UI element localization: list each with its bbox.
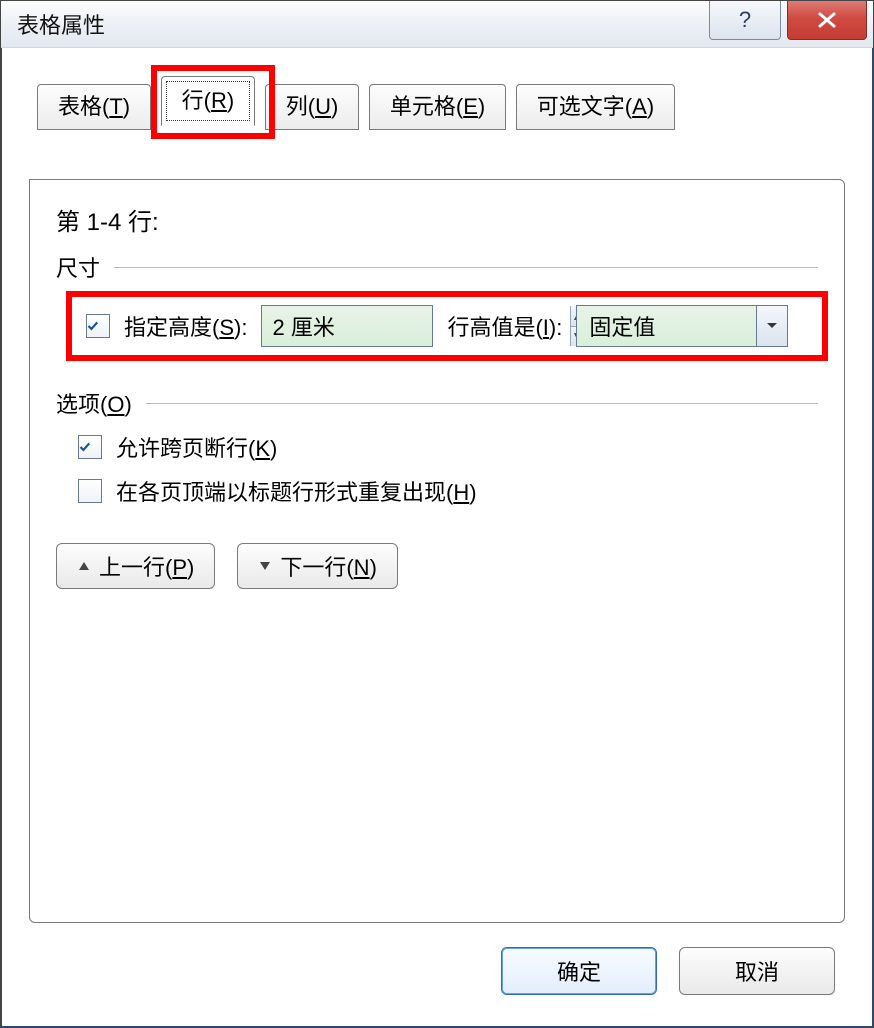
tab-alt-text-label: 可选文字(A): [537, 94, 654, 119]
tab-column[interactable]: 列(U): [265, 84, 360, 130]
height-spinner[interactable]: ▲ ▼: [261, 305, 433, 347]
cancel-label: 取消: [735, 955, 779, 987]
specify-height-label: 指定高度(S):: [124, 310, 247, 342]
dialog-body: 表格(T) 行(R) 列(U) 单元格(E) 可选文字(A) 第 1-4 行: …: [13, 53, 861, 1015]
tab-table-label: 表格(T): [58, 94, 130, 119]
row-height-is-label: 行高值是(I):: [447, 310, 562, 342]
row-nav: 上一行(P) 下一行(N): [56, 543, 818, 589]
allow-break-label: 允许跨页断行(K): [116, 431, 277, 463]
check-icon: [79, 439, 91, 455]
option-repeat-header-row: 在各页顶端以标题行形式重复出现(H): [78, 475, 818, 507]
divider: [114, 267, 818, 268]
prev-row-button[interactable]: 上一行(P): [56, 543, 215, 589]
next-row-button[interactable]: 下一行(N): [237, 543, 398, 589]
divider: [146, 403, 818, 404]
triangle-down-icon: [258, 560, 272, 572]
triangle-up-icon: [77, 560, 91, 572]
close-button[interactable]: [787, 1, 867, 40]
cancel-button[interactable]: 取消: [679, 947, 835, 995]
size-group-label: 尺寸: [56, 251, 818, 283]
specify-height-checkbox[interactable]: [86, 314, 110, 338]
tab-strip: 表格(T) 行(R) 列(U) 单元格(E) 可选文字(A): [13, 79, 861, 129]
row-range-label: 第 1-4 行:: [56, 202, 818, 237]
tab-alt-text[interactable]: 可选文字(A): [516, 84, 675, 130]
tab-page-row: 第 1-4 行: 尺寸 指定高度(S): ▲ ▼: [29, 179, 845, 923]
size-row-highlight: 指定高度(S): ▲ ▼ 行高值是(I): 固定值: [66, 291, 828, 361]
options-items: 允许跨页断行(K) 在各页顶端以标题行形式重复出现(H): [56, 431, 818, 507]
prev-row-label: 上一行(P): [99, 550, 194, 582]
row-height-mode-value: 固定值: [577, 310, 756, 342]
repeat-header-checkbox[interactable]: [78, 479, 102, 503]
options-group-label: 选项(O): [56, 387, 818, 419]
dialog-window: 表格属性 ? 表格(T) 行(R) 列(U) 单元格(E): [0, 0, 874, 1028]
options-group-text: 选项(O): [56, 387, 132, 419]
titlebar-buttons: ?: [709, 1, 873, 47]
size-group-text: 尺寸: [56, 251, 100, 283]
repeat-header-label: 在各页顶端以标题行形式重复出现(H): [116, 475, 477, 507]
help-icon: ?: [739, 7, 751, 33]
dialog-title: 表格属性: [17, 8, 105, 40]
option-allow-break-row: 允许跨页断行(K): [78, 431, 818, 463]
tab-row[interactable]: 行(R): [161, 76, 256, 126]
row-height-mode-combo[interactable]: 固定值: [576, 305, 788, 347]
options-group: 选项(O) 允许跨页断行(K) 在各页顶端以标题行形式重: [56, 387, 818, 507]
allow-break-checkbox[interactable]: [78, 435, 102, 459]
next-row-label: 下一行(N): [280, 550, 377, 582]
ok-label: 确定: [557, 955, 601, 987]
chevron-down-icon: [766, 322, 778, 330]
title-bar: 表格属性 ?: [1, 1, 873, 48]
help-button[interactable]: ?: [709, 1, 781, 40]
close-icon: [817, 12, 837, 28]
tab-row-label: 行(R): [182, 88, 235, 113]
check-icon: [87, 318, 99, 334]
tab-column-label: 列(U): [286, 94, 339, 119]
tab-cell-label: 单元格(E): [390, 94, 485, 119]
ok-button[interactable]: 确定: [501, 947, 657, 995]
dialog-footer: 确定 取消: [501, 947, 835, 995]
tab-table[interactable]: 表格(T): [37, 84, 151, 130]
tab-cell[interactable]: 单元格(E): [369, 84, 506, 130]
combo-dropdown-button[interactable]: [756, 306, 787, 346]
